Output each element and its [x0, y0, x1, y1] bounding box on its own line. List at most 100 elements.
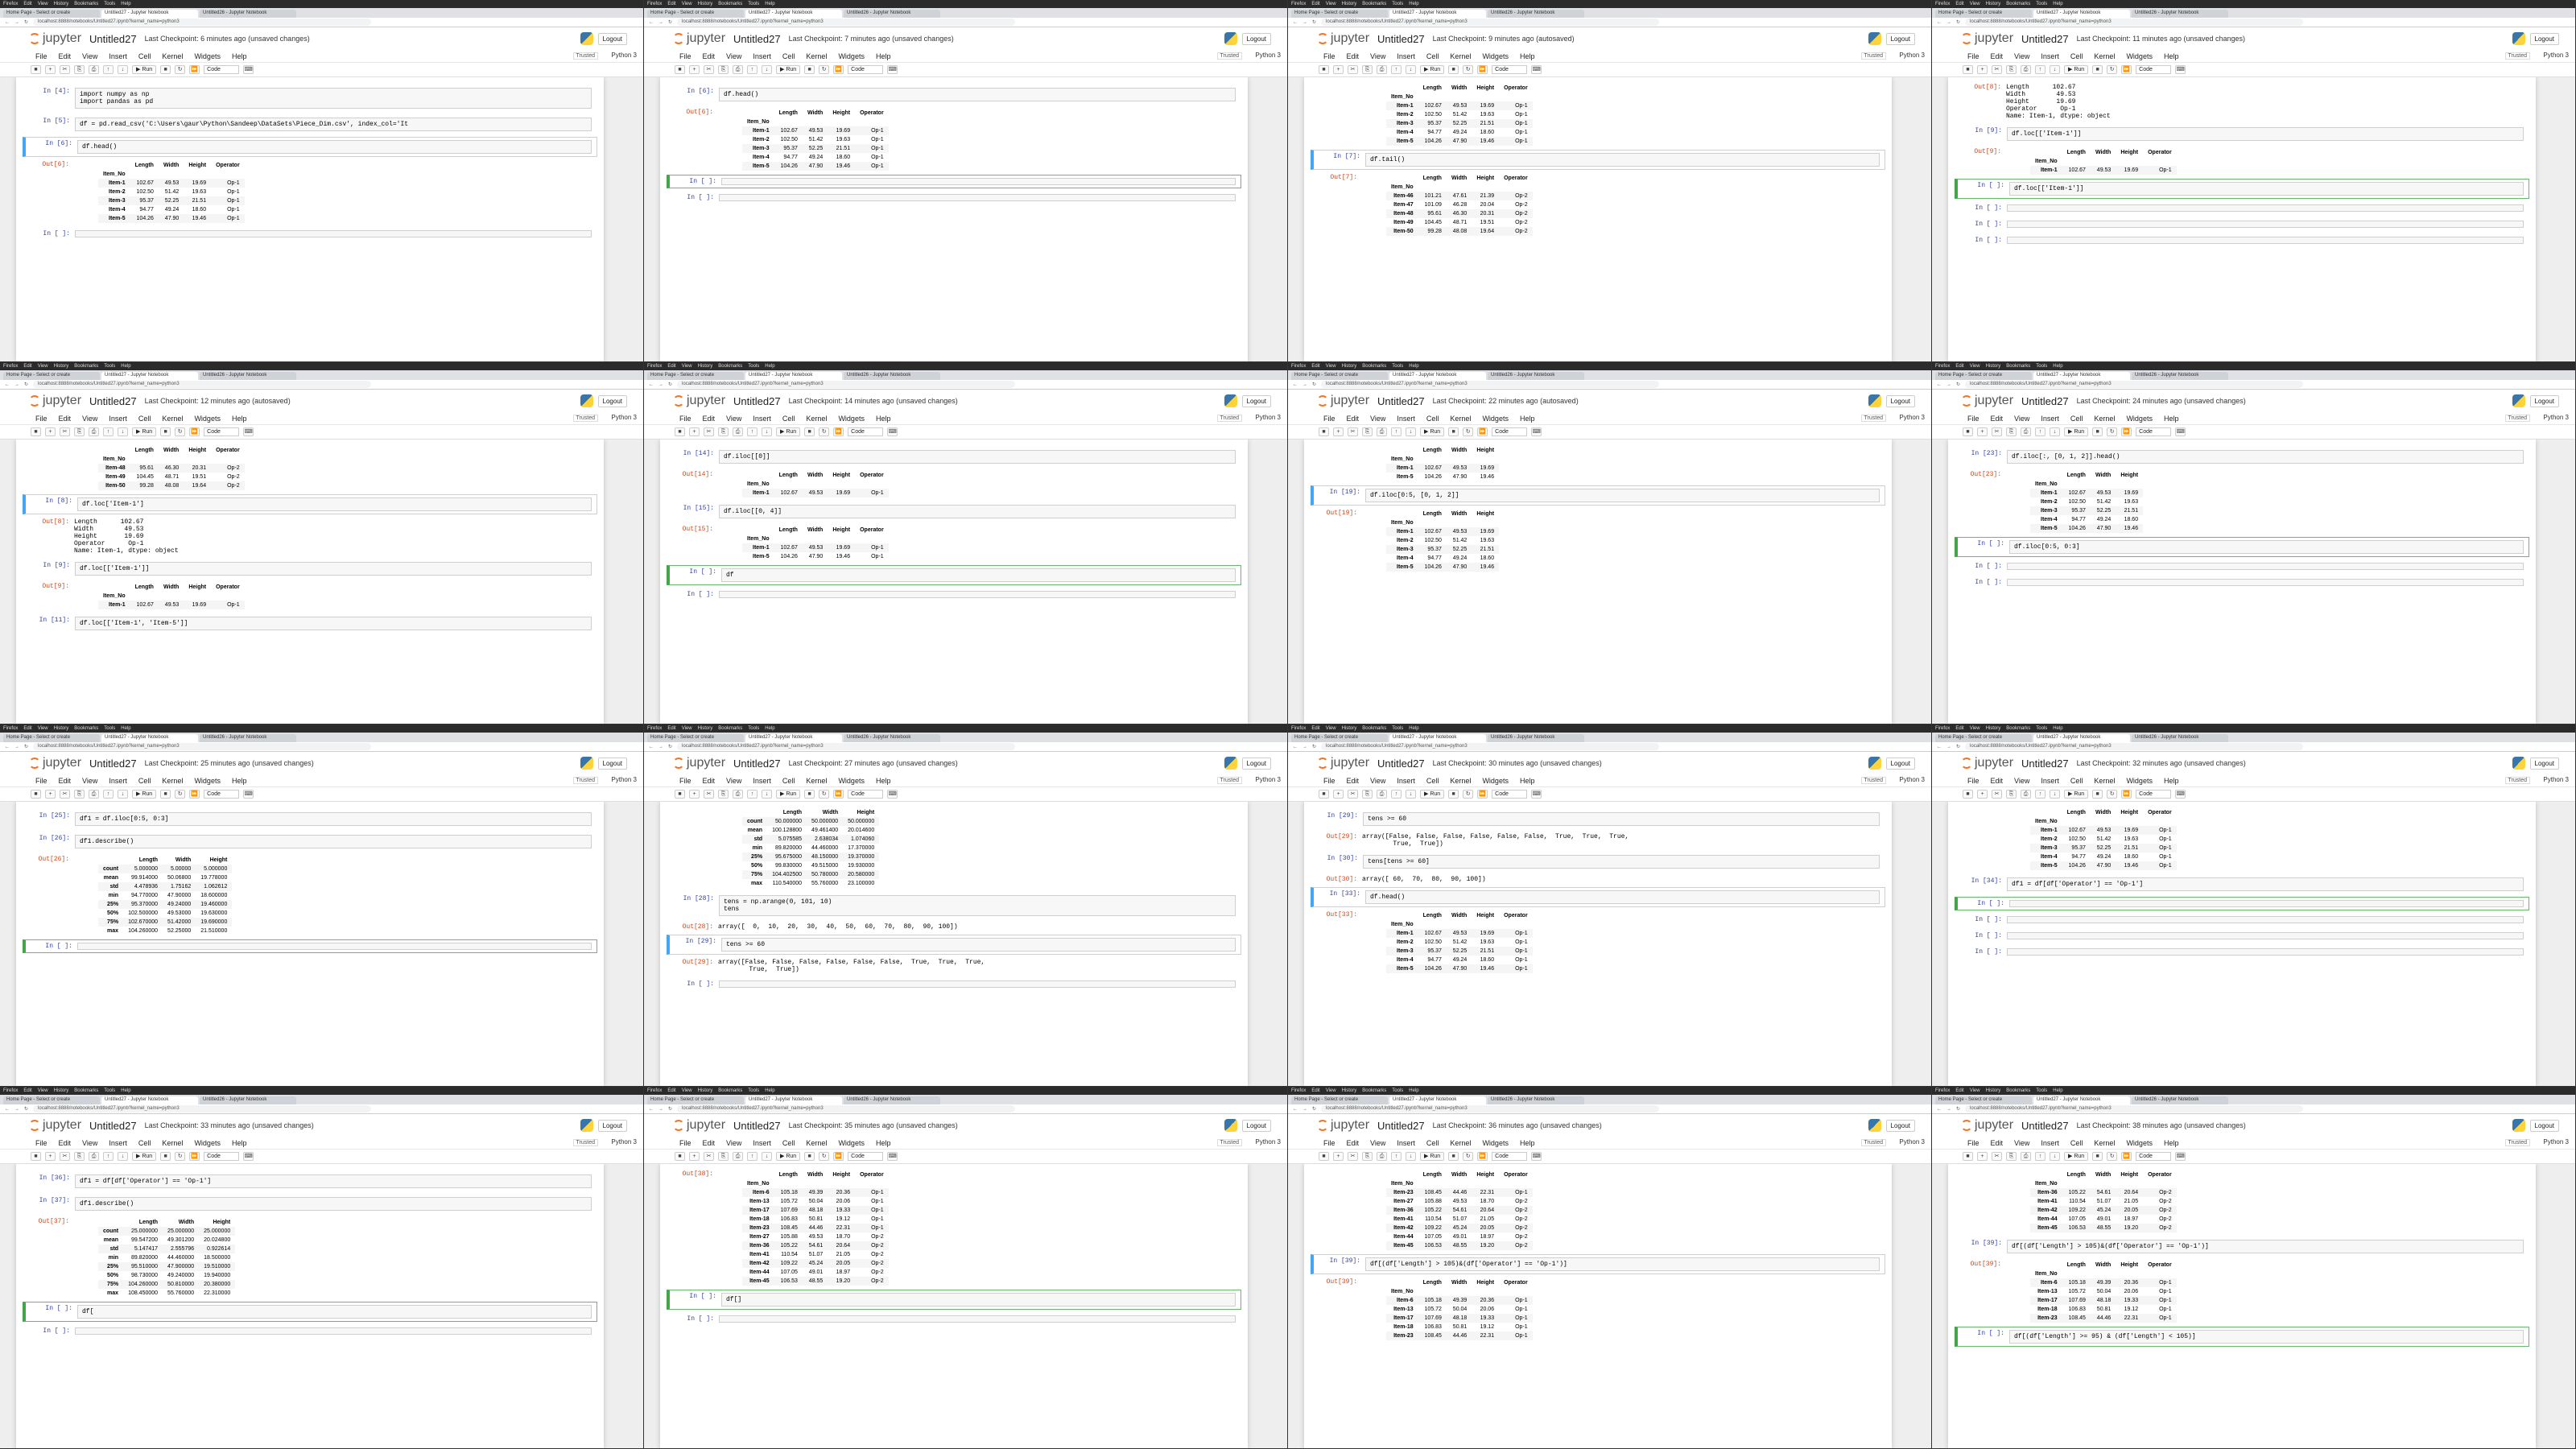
- add-cell-icon[interactable]: +: [45, 1152, 56, 1161]
- back-icon[interactable]: ←: [1293, 382, 1298, 387]
- interrupt-icon[interactable]: ■: [160, 790, 171, 799]
- trusted-badge[interactable]: Trusted: [1216, 777, 1242, 784]
- browser-menu-item[interactable]: View: [682, 726, 692, 731]
- keyboard-icon[interactable]: ⌨: [1531, 790, 1542, 799]
- kernel-name[interactable]: Python 3: [2543, 1138, 2569, 1146]
- kernel-name[interactable]: Python 3: [611, 52, 637, 59]
- trusted-badge[interactable]: Trusted: [1216, 52, 1242, 60]
- run-button[interactable]: ▶ Run: [2064, 65, 2089, 74]
- url-field[interactable]: localhost:8888/notebooks/Untitled27.ipyn…: [1965, 381, 2304, 388]
- logout-button[interactable]: Logout: [2529, 758, 2559, 770]
- kernel-name[interactable]: Python 3: [2543, 776, 2569, 783]
- browser-menu-item[interactable]: Help: [121, 2, 130, 6]
- menu-edit[interactable]: Edit: [59, 1139, 72, 1147]
- notebook-title[interactable]: Untitled27: [89, 33, 137, 45]
- code-cell[interactable]: In [ ]:: [1955, 576, 2529, 589]
- move-down-icon[interactable]: ↓: [1406, 790, 1416, 799]
- code-input[interactable]: [2007, 579, 2524, 586]
- code-cell[interactable]: In [ ]:: [23, 1324, 597, 1338]
- back-icon[interactable]: ←: [1937, 1107, 1942, 1112]
- cell-type-select[interactable]: Code: [848, 1152, 884, 1161]
- interrupt-icon[interactable]: ■: [1448, 65, 1459, 74]
- code-cell[interactable]: In [ ]: df[]: [667, 1290, 1241, 1310]
- menu-edit[interactable]: Edit: [59, 777, 72, 785]
- keyboard-icon[interactable]: ⌨: [887, 1152, 898, 1161]
- menu-insert[interactable]: Insert: [1397, 52, 1415, 60]
- browser-menu-item[interactable]: Bookmarks: [718, 364, 742, 369]
- copy-icon[interactable]: ⎘: [718, 1152, 729, 1161]
- code-cell[interactable]: In [ ]: df[(df['Length'] >= 95) & (df['Le…: [1955, 1327, 2529, 1347]
- browser-tab[interactable]: Untitled27 - Jupyter Notebook: [1389, 1096, 1486, 1104]
- browser-tab[interactable]: Home Page - Select or create: [3, 10, 100, 18]
- cut-icon[interactable]: ✂: [1348, 427, 1358, 436]
- url-field[interactable]: localhost:8888/notebooks/Untitled27.ipyn…: [677, 19, 1016, 26]
- notebook-title[interactable]: Untitled27: [2021, 758, 2069, 770]
- code-cell[interactable]: In [ ]:: [667, 977, 1241, 991]
- logout-button[interactable]: Logout: [597, 1120, 627, 1132]
- kernel-name[interactable]: Python 3: [1255, 776, 1281, 783]
- move-up-icon[interactable]: ↑: [103, 65, 114, 74]
- menu-insert[interactable]: Insert: [1397, 777, 1415, 785]
- url-field[interactable]: localhost:8888/notebooks/Untitled27.ipyn…: [677, 743, 1016, 750]
- url-field[interactable]: localhost:8888/notebooks/Untitled27.ipyn…: [1321, 1105, 1660, 1113]
- save-icon[interactable]: ■: [1963, 1152, 1973, 1161]
- notebook-title[interactable]: Untitled27: [733, 33, 781, 45]
- move-up-icon[interactable]: ↑: [103, 1152, 114, 1161]
- keyboard-icon[interactable]: ⌨: [243, 1152, 254, 1161]
- code-cell[interactable]: In [37]: df1.describe(): [23, 1194, 597, 1214]
- browser-tab[interactable]: Untitled26 - Jupyter Notebook: [1488, 10, 1584, 18]
- logout-button[interactable]: Logout: [1885, 395, 1915, 407]
- code-input[interactable]: [721, 178, 1236, 185]
- logout-button[interactable]: Logout: [2529, 33, 2559, 45]
- browser-menu-item[interactable]: View: [682, 1088, 692, 1093]
- url-field[interactable]: localhost:8888/notebooks/Untitled27.ipyn…: [1321, 19, 1660, 26]
- menu-widgets[interactable]: Widgets: [194, 52, 221, 60]
- browser-menu-item[interactable]: Edit: [1955, 1088, 1963, 1093]
- menu-insert[interactable]: Insert: [2041, 52, 2059, 60]
- browser-tab[interactable]: Untitled27 - Jupyter Notebook: [1389, 734, 1486, 742]
- menu-edit[interactable]: Edit: [1991, 415, 2004, 423]
- move-up-icon[interactable]: ↑: [2035, 1152, 2046, 1161]
- menu-file[interactable]: File: [35, 52, 47, 60]
- restart-icon[interactable]: ↻: [2107, 1152, 2118, 1161]
- browser-menu-item[interactable]: Tools: [748, 726, 759, 731]
- menu-view[interactable]: View: [2014, 52, 2029, 60]
- menu-file[interactable]: File: [1323, 415, 1335, 423]
- move-down-icon[interactable]: ↓: [118, 65, 128, 74]
- browser-menu-item[interactable]: History: [698, 726, 713, 731]
- browser-tab[interactable]: Home Page - Select or create: [1291, 372, 1388, 380]
- jupyter-logo[interactable]: jupyter: [29, 31, 81, 46]
- copy-icon[interactable]: ⎘: [1362, 790, 1373, 799]
- interrupt-icon[interactable]: ■: [160, 65, 171, 74]
- code-cell[interactable]: In [ ]:: [667, 175, 1241, 188]
- cell-type-select[interactable]: Code: [2136, 65, 2172, 74]
- menu-cell[interactable]: Cell: [2070, 1139, 2083, 1147]
- copy-icon[interactable]: ⎘: [2006, 1152, 2017, 1161]
- browser-tab[interactable]: Untitled26 - Jupyter Notebook: [1488, 734, 1584, 742]
- browser-menu-item[interactable]: Bookmarks: [1362, 2, 1386, 6]
- code-input[interactable]: tens >= 60: [721, 938, 1236, 952]
- reload-icon[interactable]: ↻: [24, 744, 28, 749]
- code-input[interactable]: df.head(): [1365, 890, 1880, 904]
- browser-menu-item[interactable]: Tools: [1392, 726, 1403, 731]
- code-input[interactable]: df.iloc[0:5, [0, 1, 2]]: [1365, 489, 1880, 502]
- run-button[interactable]: ▶ Run: [132, 65, 157, 74]
- code-cell[interactable]: In [39]: df[(df['Length'] > 105)&(df['Ope…: [1311, 1254, 1885, 1274]
- code-cell[interactable]: In [39]: df[(df['Length'] > 105)&(df['Ope…: [1955, 1236, 2529, 1257]
- browser-menu-item[interactable]: Bookmarks: [2006, 1088, 2030, 1093]
- browser-menu-item[interactable]: History: [698, 364, 713, 369]
- menu-help[interactable]: Help: [232, 52, 247, 60]
- menu-view[interactable]: View: [1370, 1139, 1385, 1147]
- menu-view[interactable]: View: [82, 52, 97, 60]
- menu-view[interactable]: View: [2014, 415, 2029, 423]
- add-cell-icon[interactable]: +: [1977, 427, 1988, 436]
- menu-help[interactable]: Help: [232, 415, 247, 423]
- back-icon[interactable]: ←: [649, 1107, 654, 1112]
- browser-menu-item[interactable]: Firefox: [1291, 1088, 1306, 1093]
- browser-menu-item[interactable]: View: [1326, 2, 1336, 6]
- forward-icon[interactable]: →: [14, 1107, 19, 1112]
- menu-view[interactable]: View: [82, 777, 97, 785]
- code-cell[interactable]: In [5]: df = pd.read_csv('C:\Users\gaur\P…: [23, 114, 597, 134]
- browser-menu-item[interactable]: View: [682, 2, 692, 6]
- move-down-icon[interactable]: ↓: [1406, 1152, 1416, 1161]
